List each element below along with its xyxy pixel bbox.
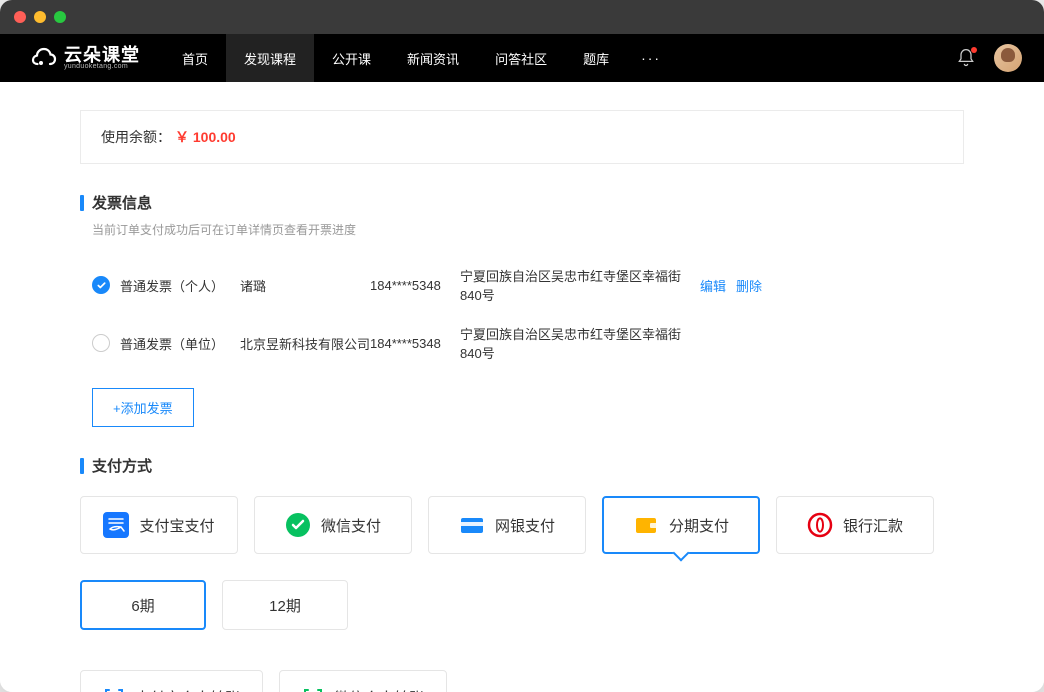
invoice-phone: 184****5348 — [370, 278, 460, 293]
window-maximize-button[interactable] — [54, 11, 66, 23]
notification-badge — [971, 47, 977, 53]
card-icon — [459, 512, 485, 538]
cloud-icon — [30, 46, 58, 70]
delete-link[interactable]: 删除 — [736, 276, 762, 295]
invoice-phone: 184****5348 — [370, 336, 460, 351]
payment-methods: 支付宝支付 微信支付 网银支付 分期支付 银行汇款 — [80, 496, 964, 554]
balance-box: 使用余额：￥ 100.00 — [80, 110, 964, 164]
nav-news[interactable]: 新闻资讯 — [389, 34, 477, 82]
transfer-wechat[interactable]: 微信个人转账 — [279, 670, 447, 692]
nav-question-bank[interactable]: 题库 — [565, 34, 627, 82]
payment-title: 支付方式 — [80, 455, 964, 476]
balance-value: ￥ 100.00 — [175, 129, 236, 145]
nav-open-courses[interactable]: 公开课 — [314, 34, 389, 82]
pay-netbank[interactable]: 网银支付 — [428, 496, 586, 554]
brand-name: 云朵课堂 — [64, 46, 140, 64]
invoice-title-text: 发票信息 — [92, 192, 152, 213]
notifications-button[interactable] — [956, 48, 976, 68]
header-right — [956, 44, 1022, 72]
invoice-name: 诸璐 — [240, 276, 370, 295]
avatar[interactable] — [994, 44, 1022, 72]
nav-home[interactable]: 首页 — [164, 34, 226, 82]
wallet-icon — [633, 512, 659, 538]
invoice-address: 宁夏回族自治区吴忠市红寺堡区幸福街840号 — [460, 324, 700, 362]
pay-banktransfer[interactable]: 银行汇款 — [776, 496, 934, 554]
window-minimize-button[interactable] — [34, 11, 46, 23]
personal-transfers: 支付宝个人转账 微信个人转账 — [80, 670, 964, 692]
pay-label: 支付宝支付 — [139, 515, 214, 536]
balance-label: 使用余额： — [101, 129, 171, 145]
nav-community[interactable]: 问答社区 — [477, 34, 565, 82]
pay-wechat[interactable]: 微信支付 — [254, 496, 412, 554]
transfer-alipay[interactable]: 支付宝个人转账 — [80, 670, 263, 692]
pay-label: 网银支付 — [495, 515, 555, 536]
invoice-subtitle: 当前订单支付成功后可在订单详情页查看开票进度 — [92, 221, 964, 238]
nav-menu: 首页 发现课程 公开课 新闻资讯 问答社区 题库 ··· — [164, 34, 675, 82]
invoice-type: 普通发票（单位） — [120, 334, 240, 353]
wechat-icon — [285, 512, 311, 538]
payment-section: 支付方式 支付宝支付 微信支付 网银支付 分期支付 — [80, 455, 964, 692]
period-12[interactable]: 12期 — [222, 580, 348, 630]
bracket-icon — [302, 686, 324, 692]
bank-icon — [807, 512, 833, 538]
app-window: 云朵课堂 yunduoketang.com 首页 发现课程 公开课 新闻资讯 问… — [0, 0, 1044, 692]
title-bar-icon — [80, 458, 84, 474]
invoice-title: 发票信息 — [80, 192, 964, 213]
invoice-type: 普通发票（个人） — [120, 276, 240, 295]
invoice-radio[interactable] — [92, 276, 110, 294]
period-6[interactable]: 6期 — [80, 580, 206, 630]
nav-more[interactable]: ··· — [627, 34, 675, 82]
nav-discover[interactable]: 发现课程 — [226, 34, 314, 82]
installment-periods: 6期 12期 — [80, 580, 964, 630]
pay-alipay[interactable]: 支付宝支付 — [80, 496, 238, 554]
window-close-button[interactable] — [14, 11, 26, 23]
alipay-icon — [103, 512, 129, 538]
titlebar — [0, 0, 1044, 34]
invoice-address: 宁夏回族自治区吴忠市红寺堡区幸福街840号 — [460, 266, 700, 304]
page-content: 使用余额：￥ 100.00 发票信息 当前订单支付成功后可在订单详情页查看开票进… — [0, 82, 1044, 692]
transfer-label: 微信个人转账 — [334, 687, 424, 692]
invoice-row: 普通发票（单位） 北京昱新科技有限公司 184****5348 宁夏回族自治区吴… — [92, 314, 964, 372]
invoice-name: 北京昱新科技有限公司 — [240, 334, 370, 353]
check-icon — [96, 280, 107, 291]
top-nav: 云朵课堂 yunduoketang.com 首页 发现课程 公开课 新闻资讯 问… — [0, 34, 1044, 82]
pay-label: 银行汇款 — [843, 515, 903, 536]
invoice-actions: 编辑 删除 — [700, 276, 762, 295]
add-invoice-button[interactable]: +添加发票 — [92, 388, 194, 427]
title-bar-icon — [80, 195, 84, 211]
invoice-radio[interactable] — [92, 334, 110, 352]
invoice-list: 普通发票（个人） 诸璐 184****5348 宁夏回族自治区吴忠市红寺堡区幸福… — [92, 256, 964, 372]
pay-label: 微信支付 — [321, 515, 381, 536]
pay-label: 分期支付 — [669, 515, 729, 536]
brand-sub: yunduoketang.com — [64, 63, 140, 70]
invoice-section: 发票信息 当前订单支付成功后可在订单详情页查看开票进度 普通发票（个人） 诸璐 … — [80, 192, 964, 427]
pay-installment[interactable]: 分期支付 — [602, 496, 760, 554]
invoice-row: 普通发票（个人） 诸璐 184****5348 宁夏回族自治区吴忠市红寺堡区幸福… — [92, 256, 964, 314]
edit-link[interactable]: 编辑 — [700, 276, 726, 295]
bracket-icon — [103, 686, 125, 692]
payment-title-text: 支付方式 — [92, 455, 152, 476]
brand-logo[interactable]: 云朵课堂 yunduoketang.com — [30, 46, 140, 70]
transfer-label: 支付宝个人转账 — [135, 687, 240, 692]
